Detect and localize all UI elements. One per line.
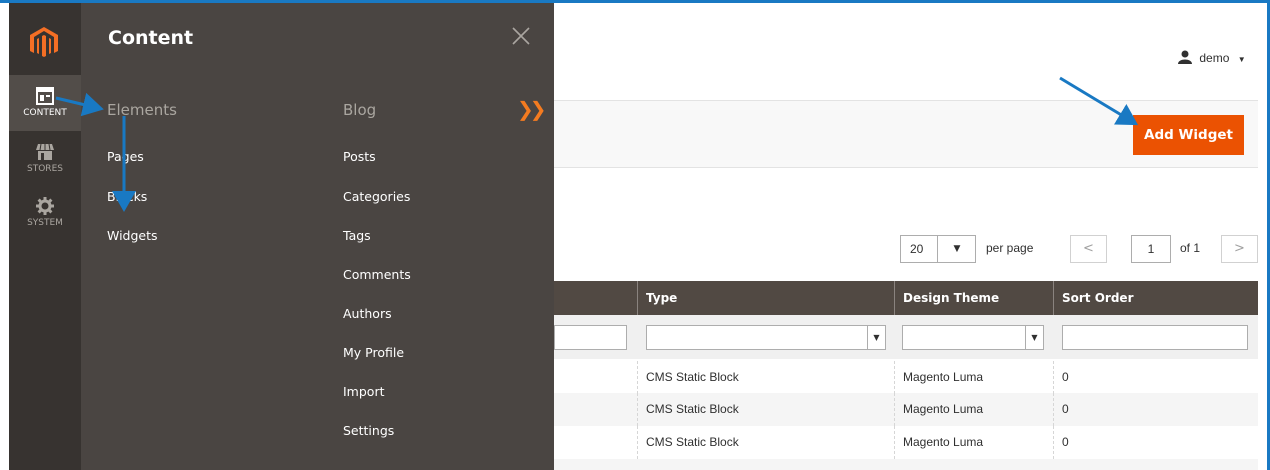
caret-down-icon: ▼ [1025, 326, 1043, 349]
menu-item-authors[interactable]: Authors [343, 306, 392, 321]
menu-item-blocks[interactable]: Blocks [107, 189, 147, 204]
sidebar-item-label: SYSTEM [27, 218, 63, 228]
prev-page-button[interactable]: < [1070, 235, 1107, 263]
menu-section-blog: Blog [343, 101, 377, 119]
cell-sort-order: 0 [1053, 393, 1258, 426]
sidebar-item-label: CONTENT [23, 108, 67, 118]
page-number-input[interactable] [1131, 235, 1171, 263]
menu-item-categories[interactable]: Categories [343, 189, 410, 204]
sidebar-item-system[interactable]: SYSTEM [9, 193, 81, 243]
content-flyout-menu: Content Elements Blog ❯❯ Pages Blocks Wi… [81, 3, 554, 470]
per-page-select[interactable]: 20 ▼ [900, 235, 976, 263]
user-icon [1178, 50, 1192, 64]
cell-design-theme: Magento Luma [894, 426, 1053, 459]
content-icon [36, 87, 54, 105]
menu-item-tags[interactable]: Tags [343, 228, 371, 243]
chevron-right-icon: > [1234, 241, 1245, 256]
table-row[interactable] [554, 459, 1258, 470]
menu-item-my-profile[interactable]: My Profile [343, 345, 404, 360]
user-account-menu[interactable]: demo ▼ [1178, 50, 1246, 65]
column-header-design-theme[interactable]: Design Theme [894, 281, 1053, 315]
filter-sort-order-input[interactable] [1062, 325, 1248, 350]
grid-filter-row: ▼ ▼ [554, 315, 1258, 359]
chevron-left-icon: < [1083, 241, 1094, 256]
filter-title-input[interactable] [554, 325, 627, 350]
chevron-right-icon[interactable]: ❯❯ [517, 97, 546, 121]
menu-item-settings[interactable]: Settings [343, 423, 394, 438]
caret-down-icon: ▼ [867, 326, 885, 349]
menu-item-posts[interactable]: Posts [343, 149, 376, 164]
add-widget-button[interactable]: Add Widget [1133, 115, 1244, 155]
per-page-label: per page [986, 241, 1034, 255]
caret-down-icon: ▼ [937, 236, 976, 262]
table-row[interactable]: CMS Static Block Magento Luma 0 [554, 393, 1258, 426]
menu-item-comments[interactable]: Comments [343, 267, 411, 282]
flyout-title: Content [108, 27, 194, 49]
sidebar-item-content[interactable]: CONTENT [9, 75, 81, 131]
cell-design-theme: Magento Luma [894, 361, 1053, 394]
gear-icon [36, 197, 54, 215]
stores-icon [36, 143, 54, 160]
menu-section-elements: Elements [107, 101, 177, 119]
user-name: demo [1199, 51, 1230, 65]
magento-logo-icon[interactable] [30, 27, 58, 59]
grid-header-row: Type Design Theme Sort Order [554, 281, 1258, 315]
sidebar-item-stores[interactable]: STORES [9, 139, 81, 189]
table-row[interactable]: CMS Static Block Magento Luma 0 [554, 426, 1258, 459]
next-page-button[interactable]: > [1221, 235, 1258, 263]
admin-sidebar: CONTENT STORES SYSTEM [9, 3, 81, 470]
cell-type: CMS Static Block [637, 426, 894, 459]
menu-item-widgets[interactable]: Widgets [107, 228, 158, 243]
menu-item-import[interactable]: Import [343, 384, 385, 399]
cell-sort-order: 0 [1053, 361, 1258, 394]
table-row[interactable]: CMS Static Block Magento Luma 0 [554, 361, 1258, 394]
cell-sort-order: 0 [1053, 426, 1258, 459]
per-page-value: 20 [910, 242, 924, 256]
filter-type-select[interactable]: ▼ [646, 325, 886, 350]
cell-type: CMS Static Block [637, 393, 894, 426]
menu-item-pages[interactable]: Pages [107, 149, 144, 164]
column-header-sort-order[interactable]: Sort Order [1053, 281, 1258, 315]
filter-design-theme-select[interactable]: ▼ [902, 325, 1044, 350]
sidebar-item-label: STORES [27, 164, 63, 174]
column-header-type[interactable]: Type [637, 281, 894, 315]
close-icon[interactable] [510, 25, 532, 47]
page-count-label: of 1 [1180, 241, 1201, 255]
cell-design-theme: Magento Luma [894, 393, 1053, 426]
cell-type: CMS Static Block [637, 361, 894, 394]
caret-down-icon: ▼ [1237, 55, 1246, 64]
